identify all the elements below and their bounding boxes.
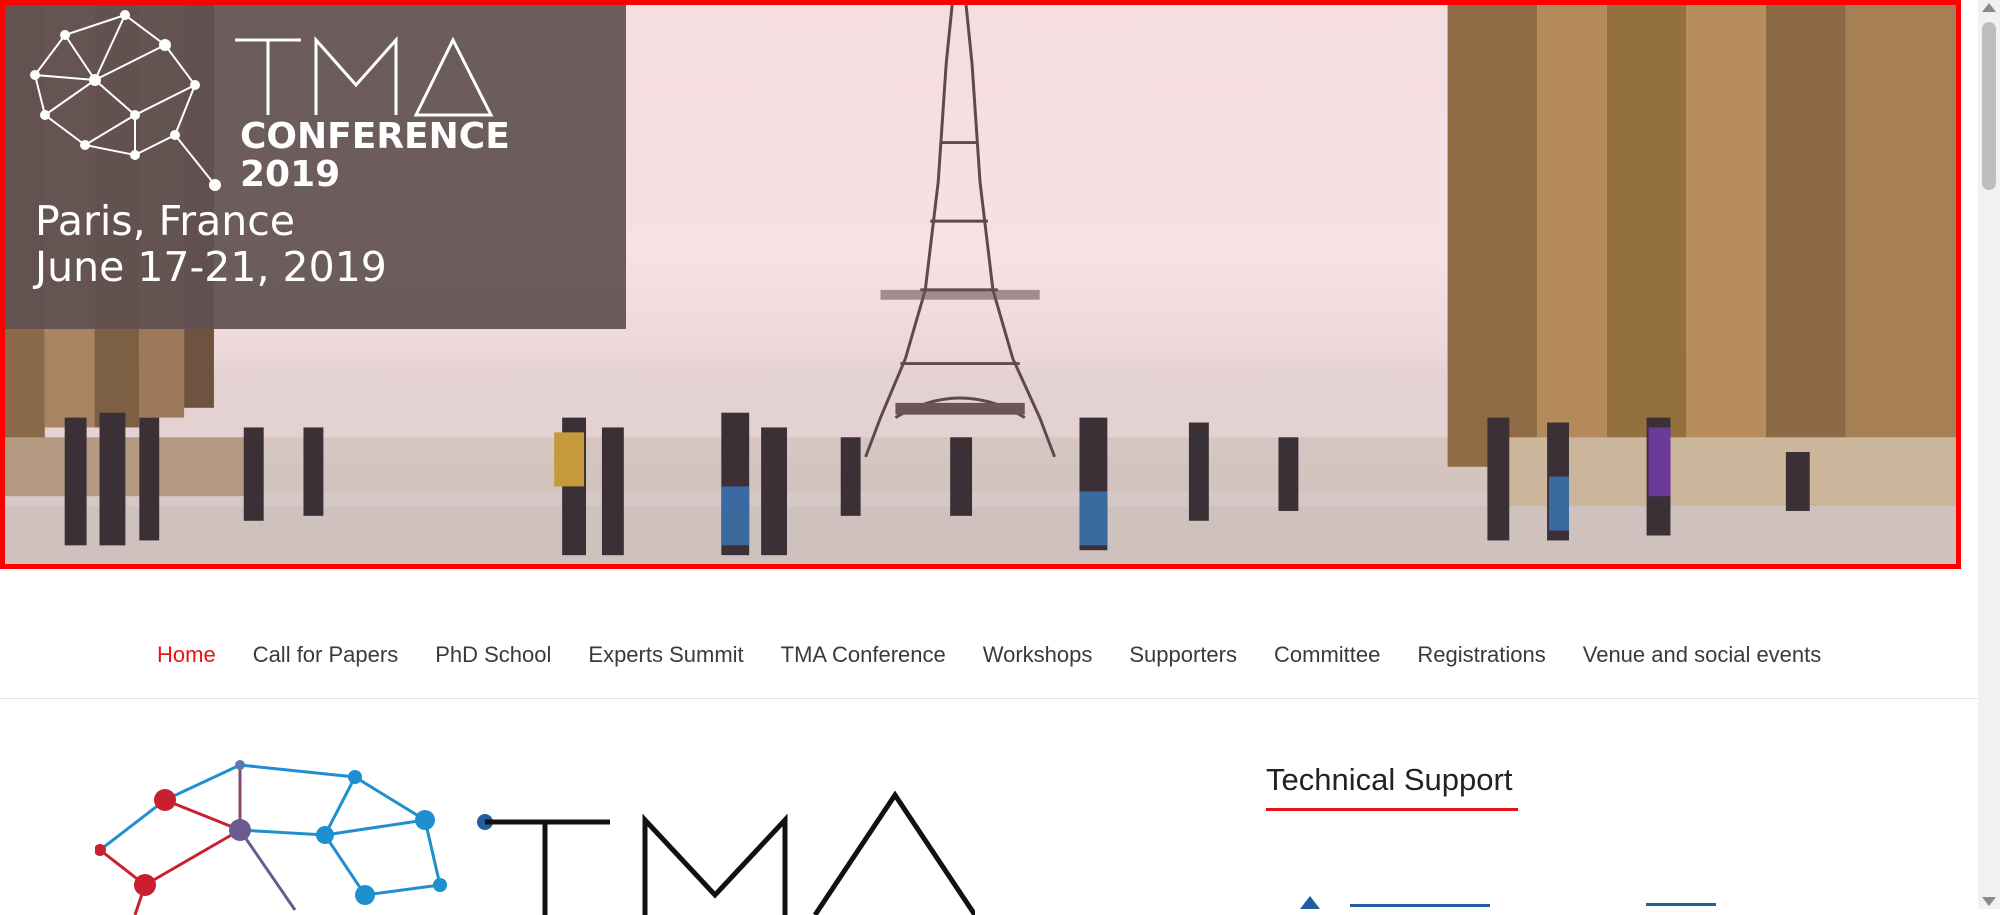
sidebar-title: Technical Support [1266,762,1513,797]
nav-item-phd-school[interactable]: PhD School [435,642,551,668]
network-logo-icon [30,10,221,191]
scroll-thumb[interactable] [1982,22,1996,190]
sponsor-logo-partial [1300,896,1490,909]
scroll-up-arrow-icon[interactable] [1982,3,1996,12]
nav-item-registrations[interactable]: Registrations [1417,642,1545,668]
scroll-down-arrow-icon[interactable] [1982,897,1996,906]
conference-year: 2019 [240,154,341,195]
vertical-scrollbar[interactable] [1978,0,2000,909]
tma-wordmark [235,36,494,117]
nav-item-venue-and-social-events[interactable]: Venue and social events [1583,642,1822,668]
hero-banner: CONFERENCE 2019 Paris, France June 17-21… [0,0,1961,569]
nav-item-call-for-papers[interactable]: Call for Papers [253,642,399,668]
nav-item-committee[interactable]: Committee [1274,642,1380,668]
conference-title-overlay: CONFERENCE 2019 Paris, France June 17-21… [5,5,626,329]
conference-dates: June 17-21, 2019 [35,243,387,291]
conference-location: Paris, France [35,197,296,245]
nav-item-workshops[interactable]: Workshops [983,642,1093,668]
ieee-logo-partial [1646,903,1716,906]
tma-main-logo [95,760,975,915]
main-navigation: Home Call for Papers PhD School Experts Sum… [0,569,1978,699]
nav-item-home[interactable]: Home [157,642,216,668]
nav-menu: Home Call for Papers PhD School Experts Sum… [157,642,1858,668]
sidebar-title-underline [1266,808,1518,811]
nav-item-tma-conference[interactable]: TMA Conference [781,642,946,668]
nav-item-supporters[interactable]: Supporters [1129,642,1237,668]
conference-label: CONFERENCE [240,116,510,157]
nav-item-experts-summit[interactable]: Experts Summit [588,642,743,668]
